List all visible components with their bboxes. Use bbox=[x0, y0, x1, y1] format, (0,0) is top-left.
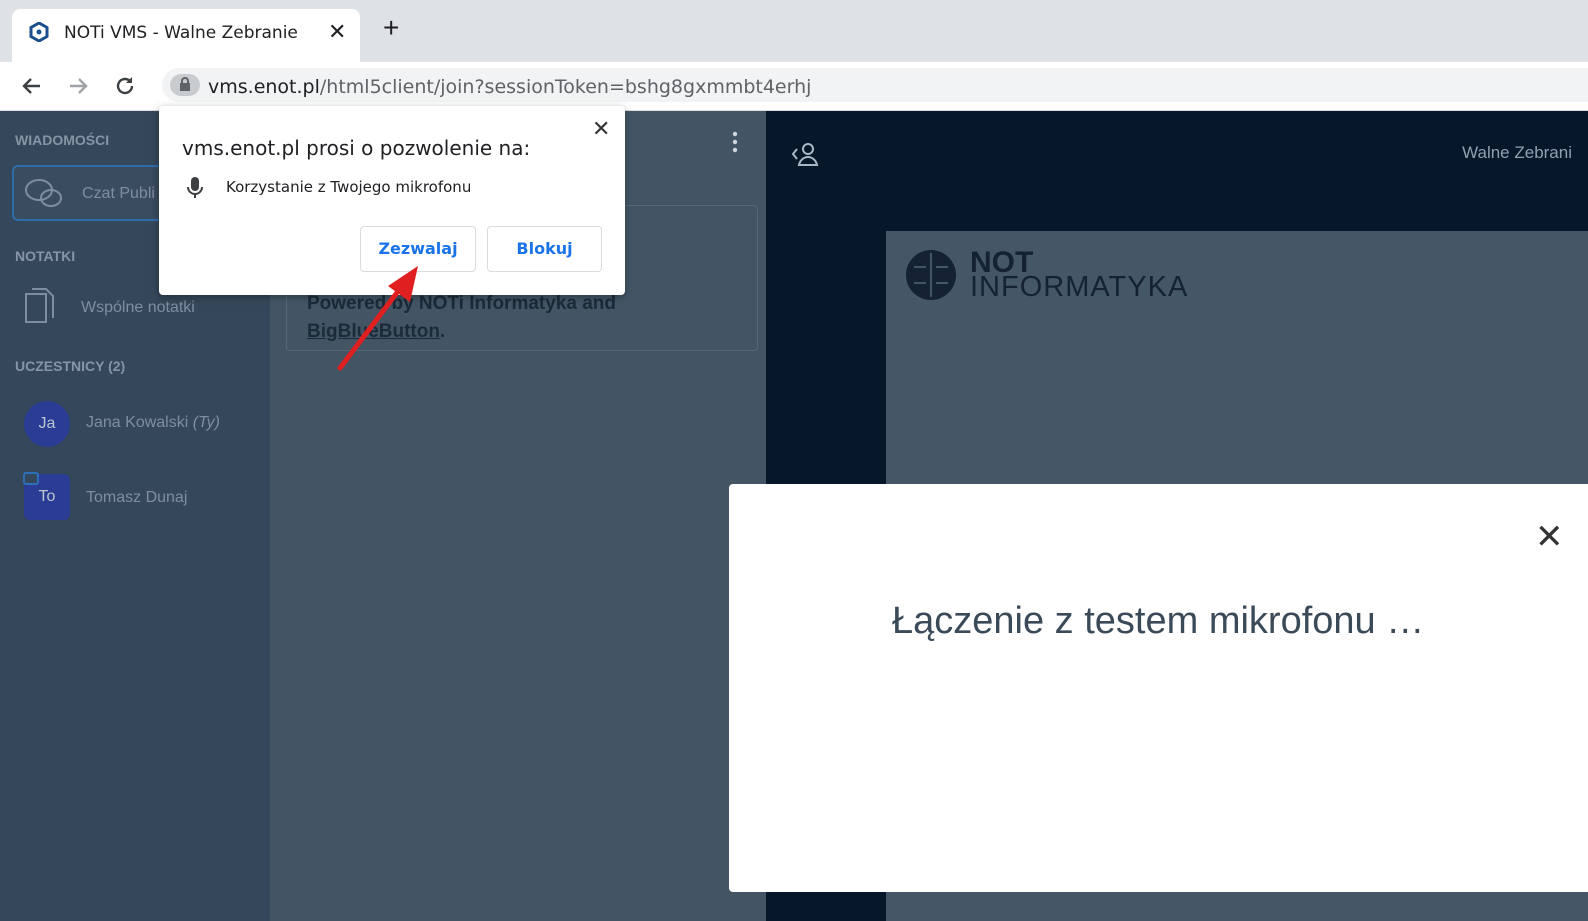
lock-icon[interactable] bbox=[170, 74, 200, 96]
site-favicon-icon bbox=[29, 22, 49, 42]
modal-close-icon[interactable]: ✕ bbox=[1535, 520, 1564, 554]
messages-section-label: WIADOMOŚCI bbox=[15, 132, 110, 148]
notes-section-label: NOTATKI bbox=[15, 248, 76, 264]
avatar: Ja bbox=[24, 401, 70, 447]
permission-title: vms.enot.pl prosi o pozwolenie na: bbox=[182, 136, 531, 160]
shared-notes-label: Wspólne notatki bbox=[81, 299, 195, 316]
permission-close-icon[interactable]: ✕ bbox=[592, 116, 610, 142]
participant-row[interactable]: Ja Jana Kowalski (Ty) bbox=[0, 396, 270, 452]
tab-close-icon[interactable]: ✕ bbox=[328, 19, 346, 45]
url-text[interactable]: vms.enot.pl/html5client/join?sessionToke… bbox=[208, 76, 811, 98]
meeting-title: Walne Zebrani bbox=[1462, 143, 1572, 162]
annotation-arrow-icon bbox=[337, 266, 418, 371]
chat-bubbles-icon bbox=[25, 179, 62, 207]
participant-you-tag: (Ty) bbox=[192, 414, 220, 431]
browser-tab[interactable]: NOTi VMS - Walne Zebranie ✕ bbox=[12, 9, 360, 62]
connecting-message: Łączenie z testem mikrofonu … bbox=[892, 600, 1425, 642]
participant-name: Tomasz Dunaj bbox=[86, 489, 188, 506]
reload-icon[interactable] bbox=[113, 74, 137, 98]
chat-options-kebab-icon[interactable] bbox=[730, 131, 740, 153]
audio-modal: ✕ Łączenie z testem mikrofonu … bbox=[729, 484, 1588, 892]
microphone-icon bbox=[187, 177, 203, 198]
participant-row[interactable]: To Tomasz Dunaj bbox=[0, 471, 270, 527]
notes-document-icon bbox=[25, 288, 54, 323]
participants-section-label: UCZESTNICY (2) bbox=[15, 358, 126, 374]
forward-arrow-icon[interactable] bbox=[66, 74, 90, 98]
toggle-userlist-icon[interactable] bbox=[790, 141, 822, 167]
public-chat-label: Czat Publi bbox=[82, 185, 155, 202]
url-host: vms.enot.pl bbox=[208, 76, 320, 98]
participant-name: Jana Kowalski (Ty) bbox=[86, 414, 220, 432]
address-bar[interactable]: vms.enot.pl/html5client/join?sessionToke… bbox=[162, 68, 1588, 102]
back-arrow-icon[interactable] bbox=[20, 74, 44, 98]
noti-brain-logo-icon bbox=[906, 250, 956, 300]
block-button[interactable]: Blokuj bbox=[487, 226, 602, 272]
new-tab-button[interactable]: + bbox=[383, 14, 399, 42]
participant-name-text: Jana Kowalski bbox=[86, 414, 189, 431]
logo-text-informatyka: INFORMATYKA bbox=[970, 271, 1189, 303]
welcome-period: . bbox=[439, 321, 446, 342]
permission-description: Korzystanie z Twojego mikrofonu bbox=[226, 178, 472, 196]
url-path: /html5client/join?sessionToken=bshg8gxmm… bbox=[319, 76, 812, 98]
presenter-screen-icon bbox=[23, 472, 39, 485]
browser-tab-strip: NOTi VMS - Walne Zebranie ✕ + bbox=[0, 0, 1588, 62]
tab-title: NOTi VMS - Walne Zebranie bbox=[64, 23, 298, 43]
browser-toolbar: vms.enot.pl/html5client/join?sessionToke… bbox=[0, 62, 1588, 111]
